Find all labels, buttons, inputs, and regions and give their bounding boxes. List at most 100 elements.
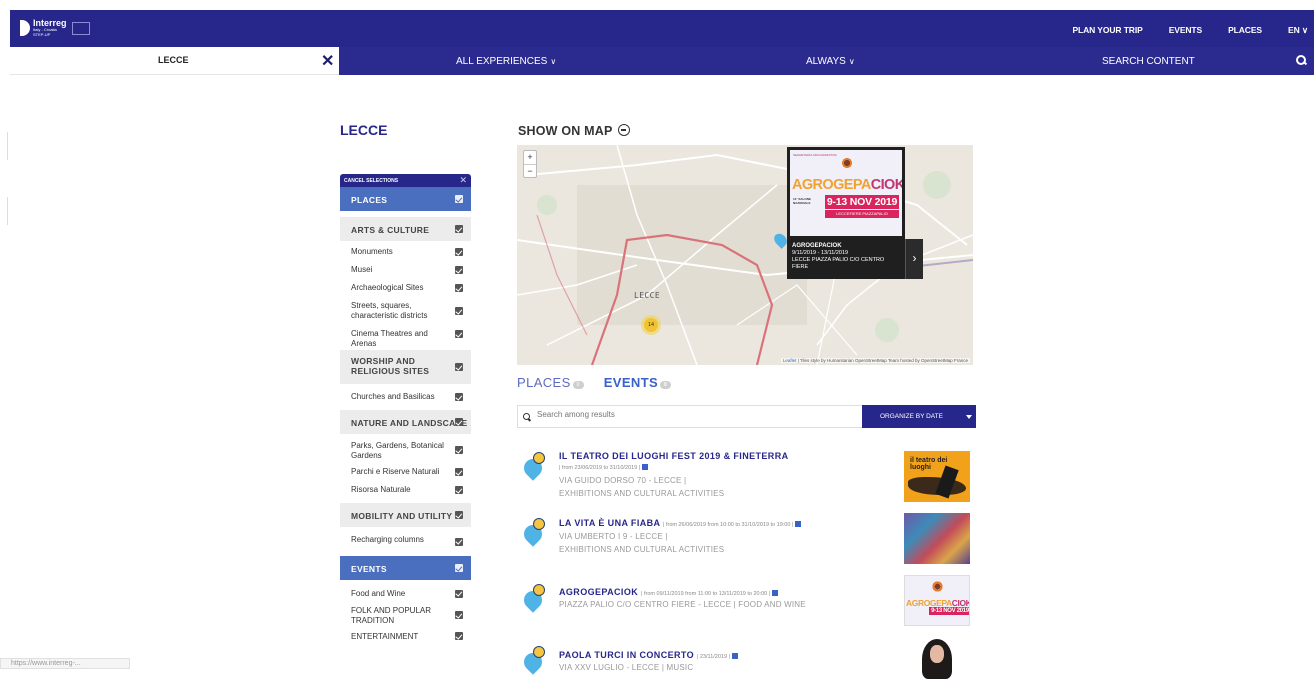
results-search-input[interactable] [537, 410, 857, 419]
when-label: ALWAYS [806, 56, 846, 67]
marker-cluster[interactable]: 14 [641, 315, 661, 335]
result-category: EXHIBITIONS AND CULTURAL ACTIVITIES [559, 545, 725, 554]
checkbox-checked-icon[interactable] [455, 632, 463, 640]
experiences-dropdown[interactable]: ALL EXPERIENCES ∨ [456, 56, 556, 67]
result-thumbnail[interactable] [904, 637, 970, 688]
filter-musei[interactable]: Musei [340, 265, 471, 283]
popup-image[interactable]: SEGRETERIA ORGANIZZATIVA AGROGEPACIOK 14… [787, 147, 905, 239]
nav-places[interactable]: PLACES [1228, 25, 1262, 36]
nav-events[interactable]: EVENTS [1169, 25, 1203, 36]
checkbox-checked-icon[interactable] [455, 486, 463, 494]
result-title[interactable]: AGROGEPACIOK | from 09/11/2019 from 11:0… [559, 587, 779, 597]
list-item[interactable]: IL TEATRO DEI LUOGHI FEST 2019 & FINETER… [517, 451, 977, 511]
filter-food-wine[interactable]: Food and Wine [340, 589, 471, 606]
chevron-down-icon: ∨ [848, 57, 855, 66]
category-nature[interactable]: NATURE AND LANDSCAPE [340, 410, 471, 434]
checkbox-checked-icon[interactable] [455, 363, 463, 371]
category-arts-culture[interactable]: ARTS & CULTURE [340, 217, 471, 241]
clear-location-icon[interactable]: ✕ [321, 51, 334, 71]
map-view[interactable]: + − LECCE 14 SEGRETERIA ORGANIZZATIVA AG… [517, 145, 973, 365]
poster-top: SEGRETERIA ORGANIZZATIVA [793, 153, 837, 157]
checkbox-checked-icon[interactable] [455, 564, 463, 572]
cancel-selections-button[interactable]: CANCEL SELECTIONS ✕ [340, 174, 471, 187]
popup-info[interactable]: AGROGEPACIOK 9/11/2019 - 13/11/2019 LECC… [787, 239, 905, 279]
filter-archaeological-sites[interactable]: Archaeological Sites [340, 283, 471, 301]
zoom-control: + − [523, 150, 537, 178]
search-icon[interactable] [1296, 55, 1306, 65]
location-field[interactable]: LECCE ✕ [10, 47, 339, 75]
result-title[interactable]: PAOLA TURCI IN CONCERTO | 23/11/2019 | [559, 650, 738, 660]
filter-recharging[interactable]: Recharging columns [340, 535, 471, 556]
checkbox-checked-icon[interactable] [455, 266, 463, 274]
checkbox-checked-icon[interactable] [455, 307, 463, 315]
filter-monuments[interactable]: Monuments [340, 247, 471, 265]
filter-cinema-theatres[interactable]: Cinema Theatres and Arenas [340, 329, 471, 348]
checkbox-checked-icon[interactable] [455, 195, 463, 203]
category-label: ARTS & CULTURE [351, 225, 430, 235]
show-on-map-toggle[interactable]: SHOW ON MAP [518, 123, 631, 138]
category-places[interactable]: PLACES [340, 187, 471, 211]
filter-label: Monuments [351, 247, 393, 256]
category-mobility[interactable]: MOBILITY AND UTILITY [340, 503, 471, 527]
checkbox-checked-icon[interactable] [455, 418, 463, 426]
filter-streets-squares[interactable]: Streets, squares, characteristic distric… [340, 301, 471, 329]
filter-label: Cinema Theatres and Arenas [351, 329, 428, 348]
result-thumbnail[interactable]: AGROGEPACIOK 9-13 NOV 2019 [904, 575, 970, 626]
filter-parks-gardens[interactable]: Parks, Gardens, Botanical Gardens [340, 441, 471, 467]
category-worship[interactable]: WORSHIP AND RELIGIOUS SITES [340, 350, 471, 384]
checkbox-checked-icon[interactable] [455, 393, 463, 401]
caret-down-icon [966, 415, 972, 419]
interreg-logo[interactable]: Interreg Italy - Croatia STEP-UP [20, 19, 90, 37]
count-badge: 0 [660, 381, 672, 389]
thumb-dates: 9-13 NOV 2019 [929, 607, 969, 615]
poster-dates: 9-13 NOV 2019 [825, 195, 899, 209]
popup-dates: 9/11/2019 - 13/11/2019 [792, 250, 849, 256]
language-select[interactable]: EN ∨ [1288, 25, 1308, 36]
checkbox-checked-icon[interactable] [455, 611, 463, 619]
filter-parchi-riserve[interactable]: Parchi e Riserve Naturali [340, 467, 471, 485]
checkbox-checked-icon[interactable] [455, 330, 463, 338]
filter-churches[interactable]: Churches and Basilicas [340, 392, 471, 410]
result-title[interactable]: IL TEATRO DEI LUOGHI FEST 2019 & FINETER… [559, 451, 789, 461]
zoom-out-button[interactable]: − [524, 165, 536, 178]
list-item[interactable]: PAOLA TURCI IN CONCERTO | 23/11/2019 | V… [517, 637, 977, 697]
when-dropdown[interactable]: ALWAYS ∨ [806, 56, 855, 67]
checkbox-checked-icon[interactable] [455, 468, 463, 476]
filter-sidebar: CANCEL SELECTIONS ✕ PLACES ARTS & CULTUR… [340, 174, 471, 644]
result-title[interactable]: LA VITA È UNA FIABA | from 26/06/2019 fr… [559, 518, 802, 528]
checkbox-checked-icon[interactable] [455, 446, 463, 454]
nav-plan-your-trip[interactable]: PLAN YOUR TRIP [1072, 25, 1142, 36]
popup-next-button[interactable]: › [905, 239, 923, 279]
search-content-field[interactable]: SEARCH CONTENT [1102, 56, 1195, 67]
popup-title: AGROGEPACIOK [792, 243, 842, 249]
checkbox-checked-icon[interactable] [455, 284, 463, 292]
filter-risorsa-naturale[interactable]: Risorsa Naturale [340, 485, 471, 503]
zoom-in-button[interactable]: + [524, 151, 536, 165]
list-item[interactable]: LA VITA È UNA FIABA | from 26/06/2019 fr… [517, 513, 977, 573]
poster-info: 14° SALONE NAZIONALE [793, 197, 811, 205]
leaflet-link[interactable]: Leaflet [783, 358, 797, 363]
checkbox-checked-icon[interactable] [455, 248, 463, 256]
calendar-icon [642, 464, 649, 470]
tab-places[interactable]: PLACES 0 [517, 375, 584, 390]
filter-folk-tradition[interactable]: FOLK AND POPULAR TRADITION [340, 606, 471, 632]
checkbox-checked-icon[interactable] [455, 537, 463, 546]
close-icon[interactable]: ✕ [459, 175, 467, 186]
filter-label: ENTERTAINMENT [351, 632, 419, 641]
map-city-label: LECCE [634, 291, 661, 300]
result-thumbnail[interactable]: il teatro dei luoghi [904, 451, 970, 502]
brand-part: AGROGEPA [792, 177, 871, 193]
list-item[interactable]: AGROGEPACIOK | from 09/11/2019 from 11:0… [517, 575, 977, 635]
tab-events[interactable]: EVENTS 0 [604, 375, 672, 390]
result-thumbnail[interactable] [904, 513, 970, 564]
checkbox-checked-icon[interactable] [455, 511, 463, 519]
dates-text: | from 26/06/2019 from 10:00 to 31/10/20… [663, 522, 794, 528]
checkbox-checked-icon[interactable] [455, 225, 463, 233]
category-events[interactable]: EVENTS [340, 556, 471, 580]
filter-label: FOLK AND POPULAR TRADITION [351, 606, 432, 625]
checkbox-checked-icon[interactable] [455, 589, 463, 598]
organize-by-date-dropdown[interactable]: ORGANIZE BY DATE [862, 405, 976, 428]
filter-entertainment[interactable]: ENTERTAINMENT [340, 632, 471, 644]
divider [7, 132, 8, 160]
category-label: NATURE AND LANDSCAPE [351, 418, 468, 428]
